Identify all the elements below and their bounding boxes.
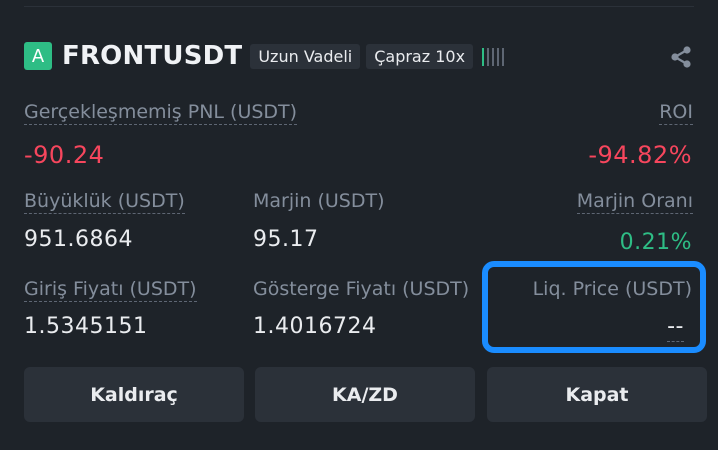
margin-value: 95.17 xyxy=(253,227,319,252)
margin-stat: Marjin (USDT) xyxy=(253,190,385,212)
liq-price-value-wrap: -- xyxy=(667,314,684,342)
position-header: A FRONTUSDT Uzun Vadeli Çapraz 10x xyxy=(24,41,694,71)
entry-price-value: 1.5345151 xyxy=(24,314,148,339)
tpsl-button[interactable]: KA/ZD xyxy=(255,367,475,422)
leverage-button[interactable]: Kaldıraç xyxy=(24,367,244,422)
size-value: 951.6864 xyxy=(24,227,133,252)
entry-price-stat: Giriş Fiyatı (USDT) xyxy=(24,278,197,302)
risk-bar xyxy=(497,48,500,66)
share-icon[interactable] xyxy=(668,44,694,70)
liq-price-stat: Liq. Price (USDT) xyxy=(533,278,692,300)
margin-mode-tag: Çapraz 10x xyxy=(366,43,474,69)
position-side-tag: Uzun Vadeli xyxy=(250,43,361,69)
risk-bars-icon xyxy=(482,46,505,66)
top-divider xyxy=(24,6,694,7)
size-stat: Büyüklük (USDT) xyxy=(24,190,185,214)
pnl-label[interactable]: Gerçekleşmemiş PNL (USDT) xyxy=(24,101,298,125)
margin-ratio-value: 0.21% xyxy=(619,230,692,255)
risk-bar xyxy=(487,48,490,66)
symbol-name[interactable]: FRONTUSDT xyxy=(62,41,242,71)
size-label[interactable]: Büyüklük (USDT) xyxy=(24,190,185,214)
close-position-button[interactable]: Kapat xyxy=(487,367,707,422)
risk-bar xyxy=(482,48,485,66)
entry-price-label[interactable]: Giriş Fiyatı (USDT) xyxy=(24,278,197,302)
mark-price-value: 1.4016724 xyxy=(253,314,377,339)
pnl-value: -90.24 xyxy=(24,141,105,169)
roi-stat: ROI xyxy=(659,101,693,125)
symbol-badge: A xyxy=(24,42,52,70)
mark-price-stat: Gösterge Fiyatı (USDT) xyxy=(253,278,469,300)
liq-price-value[interactable]: -- xyxy=(667,314,684,342)
roi-label[interactable]: ROI xyxy=(659,101,693,125)
mark-price-label: Gösterge Fiyatı (USDT) xyxy=(253,278,470,300)
roi-value: -94.82% xyxy=(588,141,692,169)
risk-bar xyxy=(502,48,505,66)
margin-ratio-stat: Marjin Oranı xyxy=(576,190,693,214)
pnl-stat: Gerçekleşmemiş PNL (USDT) xyxy=(24,101,298,125)
risk-bar xyxy=(492,48,495,66)
margin-label: Marjin (USDT) xyxy=(253,190,385,212)
margin-ratio-label[interactable]: Marjin Oranı xyxy=(576,190,693,214)
liq-price-label: Liq. Price (USDT) xyxy=(532,278,692,300)
